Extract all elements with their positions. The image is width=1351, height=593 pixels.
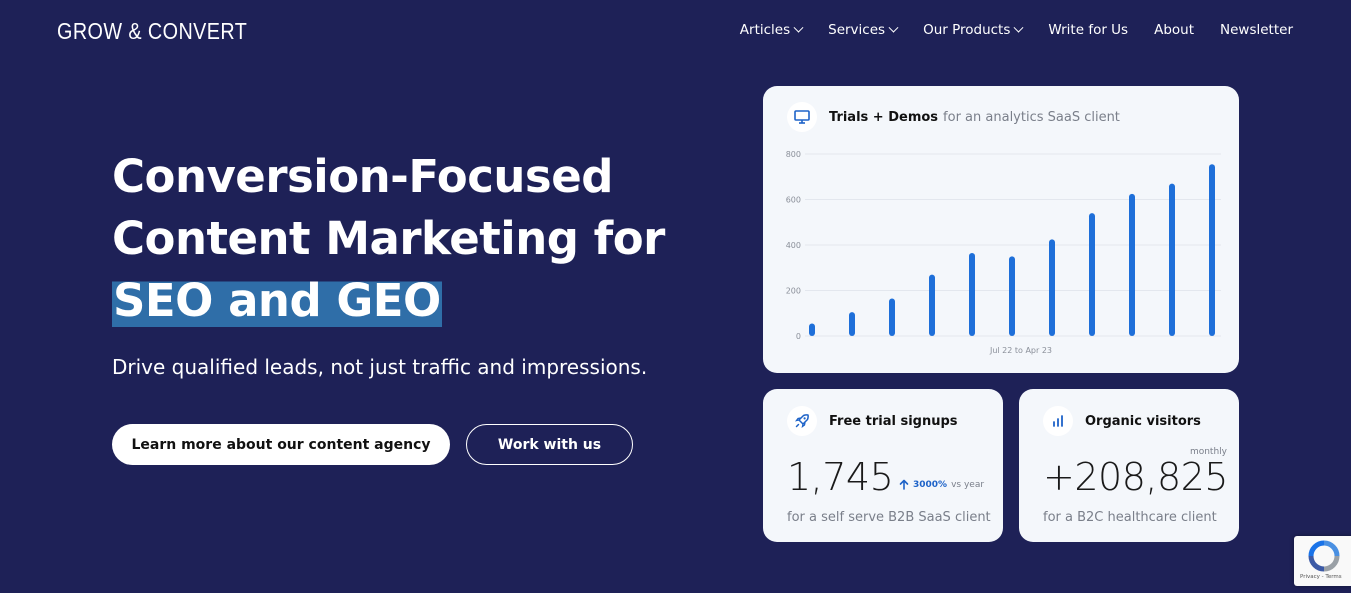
nav-label: Write for Us [1048,22,1129,38]
main-nav: Articles Services Our Products Write for… [714,22,1293,38]
nav-label: Newsletter [1220,22,1293,38]
y-tick-label: 600 [786,196,801,205]
nav-label: About [1154,22,1195,38]
chevron-down-icon [793,22,804,33]
nav-item-our-products[interactable]: Our Products [923,22,1024,38]
visitors-card-header: Organic visitors [1043,406,1201,436]
chart-bar [1169,183,1175,336]
nav-label: Our Products [923,22,1011,38]
signups-card-title: Free trial signups [829,413,958,429]
nav-item-about[interactable]: About [1154,22,1194,38]
hero-title-highlight: SEO and GEO [112,274,442,327]
hero-title-line-2: Content Marketing for [112,212,665,265]
trials-demos-card: Trials + Demos for an analytics SaaS cli… [763,86,1239,373]
nav-label: Services [828,22,886,38]
free-trial-signups-card: Free trial signups 1,745 3000% vs year f… [763,389,1003,542]
rocket-icon [787,406,817,436]
arrow-up-icon [899,479,909,490]
trials-demos-chart: 0 200 400 600 800 Jul 22 to Apr 23 [786,150,1221,355]
growth-percent: 3000% [913,479,948,490]
chart-bar [1049,239,1055,336]
visitors-caption: for a B2C healthcare client [1043,510,1217,525]
brand-logo[interactable]: GROW & CONVERT [57,18,247,45]
chart-bar [1089,213,1095,336]
chevron-down-icon [888,22,899,33]
signups-card-header: Free trial signups [787,406,958,436]
chart-bar [969,252,975,336]
visitors-card-title: Organic visitors [1085,413,1201,429]
nav-label: Articles [739,22,791,38]
recaptcha-logo-icon [1308,540,1340,572]
bar-chart-icon [1043,406,1073,436]
y-tick-label: 400 [786,241,801,250]
nav-item-services[interactable]: Services [828,22,899,38]
nav-item-write-for-us[interactable]: Write for Us [1048,22,1128,38]
hero-title-line-1: Conversion-Focused [112,150,613,203]
chevron-down-icon [1013,22,1024,33]
chart-bar [809,323,815,336]
hero-title-line-3: SEO and GEO [112,270,665,332]
x-axis-label: Jul 22 to Apr 23 [989,346,1052,355]
nav-item-newsletter[interactable]: Newsletter [1220,22,1293,38]
organic-visitors-card: Organic visitors monthly +208,825 for a … [1019,389,1239,542]
y-tick-label: 0 [796,332,801,341]
chart-bar [889,298,895,336]
recaptcha-badge[interactable]: Privacy - Terms [1294,536,1351,586]
signups-growth: 3000% vs year [899,479,984,490]
hero-title: Conversion-Focused Content Marketing for… [112,146,665,332]
chart-bar [1009,256,1015,336]
hero-subtitle: Drive qualified leads, not just traffic … [112,355,648,379]
signups-value: 1,745 [787,455,894,499]
chart-bar [849,312,855,336]
nav-item-articles[interactable]: Articles [739,22,804,38]
growth-label: vs year [951,479,985,490]
chart-bar [1209,164,1215,336]
chart-bar [1129,193,1135,336]
learn-more-button[interactable]: Learn more about our content agency [112,424,450,465]
y-tick-label: 200 [786,287,801,296]
chart-bar [929,274,935,336]
work-with-us-button[interactable]: Work with us [466,424,633,465]
signups-caption: for a self serve B2B SaaS client [787,510,991,525]
recaptcha-links[interactable]: Privacy - Terms [1300,574,1342,580]
visitors-value: +208,825 [1043,455,1228,499]
y-tick-label: 800 [786,150,801,159]
